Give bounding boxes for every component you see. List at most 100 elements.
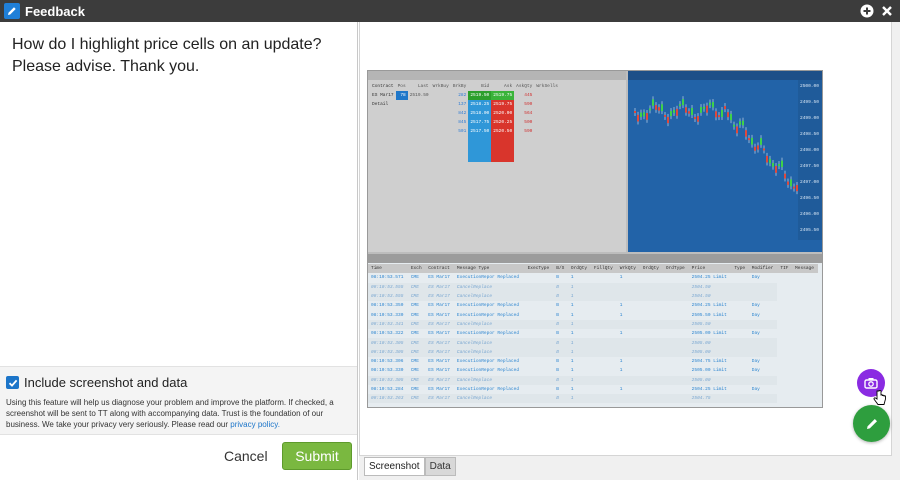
table-cell: 2504.75 — [688, 394, 732, 404]
tab-data[interactable]: Data — [424, 457, 456, 476]
table-cell: B — [556, 387, 559, 392]
table-cell — [590, 375, 617, 385]
table-cell — [663, 329, 689, 338]
table-cell — [591, 273, 617, 282]
feedback-message-input[interactable]: How do I highlight price cells on an upd… — [0, 22, 357, 366]
table-cell: CancelReplace — [453, 319, 525, 330]
table-cell: 1 — [567, 319, 591, 330]
table-cell: 1 — [619, 387, 623, 392]
table-cell: 1 — [570, 359, 574, 365]
table-cell — [731, 357, 748, 366]
table-cell: CancelReplace — [453, 338, 525, 348]
table-cell: B — [556, 275, 559, 281]
table-cell: 2505.50 — [688, 319, 732, 330]
table-cell: B — [556, 312, 559, 318]
candle-body — [697, 116, 699, 122]
table-row: 08:10:53.555 CME ES Mar17 CancelReplace B 1 25… — [368, 282, 818, 292]
grid-header-cell: OrdQty — [639, 264, 663, 274]
candle-body — [712, 102, 714, 108]
tab-screenshot[interactable]: Screenshot — [364, 457, 425, 476]
table-cell — [524, 319, 554, 330]
table-cell — [525, 329, 554, 338]
table-cell — [748, 347, 778, 357]
price-axis-label: 2497.50 — [800, 163, 819, 169]
table-cell: CME — [410, 275, 419, 281]
privacy-policy-link[interactable]: privacy policy. — [230, 420, 280, 429]
candle-body — [637, 114, 639, 122]
candle-body — [754, 146, 756, 151]
table-cell: B — [556, 303, 559, 309]
candle-body — [691, 108, 693, 116]
candle-body — [790, 179, 792, 187]
table-cell — [524, 291, 554, 302]
table-cell: 2505.50 Limit — [691, 312, 727, 318]
table-row: 08:10:53.305 CME ES Mar17 CancelReplace B 1 25… — [368, 338, 818, 348]
table-cell: 08:10:53.330 — [371, 368, 404, 374]
table-cell: B — [553, 319, 568, 330]
table-cell: ES Mar17 — [425, 347, 454, 357]
candle-body — [658, 107, 660, 111]
include-screenshot-checkbox[interactable] — [6, 376, 19, 389]
table-cell: 1 — [570, 275, 574, 281]
table-cell — [731, 347, 749, 357]
table-cell: ES Mar17 — [425, 319, 454, 330]
table-cell — [662, 338, 689, 348]
candle-body — [751, 137, 753, 145]
table-row: 08:10:53.341 CME ES Mar17 CancelReplace B 1 25… — [368, 319, 818, 330]
table-cell: B — [556, 331, 559, 337]
price-axis-label: 2497.00 — [800, 179, 819, 185]
cancel-button[interactable]: Cancel — [224, 448, 268, 464]
table-cell — [748, 282, 778, 292]
grid-header-cell: OrdQty — [567, 264, 591, 274]
book-header: Ask — [504, 84, 513, 89]
table-cell: CancelReplace — [453, 282, 525, 292]
table-cell: Day — [751, 359, 760, 365]
add-icon[interactable] — [859, 3, 874, 18]
table-cell: 08:10:53.555 — [368, 291, 408, 302]
market-grid-thumbnail: Contract Pos Last WrkBuy BrkBy Bid Ask A… — [368, 71, 626, 252]
table-cell: 1 — [567, 394, 591, 404]
table-cell — [524, 282, 554, 292]
table-cell — [662, 375, 689, 385]
table-row: 08:10:53.263 CME ES Mar17 CancelReplace B 1 25… — [368, 394, 818, 404]
table-cell: 08:10:53.350 — [371, 303, 404, 309]
table-row: 08:10:53.571 CME ES Mar17 ExecutionRepor Re… — [368, 273, 818, 282]
table-cell: ES Mar17 — [428, 275, 450, 281]
table-cell — [590, 394, 617, 404]
table-cell: CME — [407, 291, 426, 302]
table-cell — [639, 347, 663, 357]
table-cell: 1 — [567, 347, 591, 357]
candle-body — [727, 112, 729, 118]
table-cell: CME — [410, 387, 419, 392]
candle-body — [703, 106, 705, 109]
ask-qty: 445 — [524, 93, 533, 98]
ask-qty: 590 — [524, 102, 533, 107]
submit-button[interactable]: Submit — [282, 442, 352, 470]
table-cell — [616, 394, 640, 404]
candle-body — [634, 111, 636, 113]
table-cell — [748, 338, 778, 348]
table-cell — [662, 291, 689, 302]
ask-qty: 590 — [524, 129, 533, 134]
table-cell — [525, 301, 554, 310]
grid-header-cell: WrkQty — [616, 264, 640, 274]
close-icon[interactable] — [879, 3, 894, 18]
table-cell: CME — [407, 347, 426, 357]
include-screenshot-label[interactable]: Include screenshot and data — [24, 375, 187, 390]
grid-header-cell: Type — [731, 264, 749, 274]
table-cell — [591, 385, 617, 394]
book-header: WrkSells — [536, 84, 558, 89]
table-cell — [662, 347, 689, 357]
table-cell — [731, 301, 748, 310]
ask-price-cell: 2520.00 — [491, 109, 515, 118]
candle-body — [688, 111, 690, 114]
grid-header-cell: Contract — [425, 264, 454, 274]
annotate-pencil-button[interactable] — [853, 405, 890, 442]
candle-body — [757, 145, 759, 150]
ask-qty: 564 — [524, 111, 533, 116]
bid-price-cell: 2517.75 — [468, 118, 492, 127]
book-header: Pos — [397, 84, 406, 89]
table-cell — [663, 273, 689, 282]
price-axis-label: 2498.50 — [800, 131, 819, 137]
grid-header-cell: Exch — [407, 264, 426, 274]
